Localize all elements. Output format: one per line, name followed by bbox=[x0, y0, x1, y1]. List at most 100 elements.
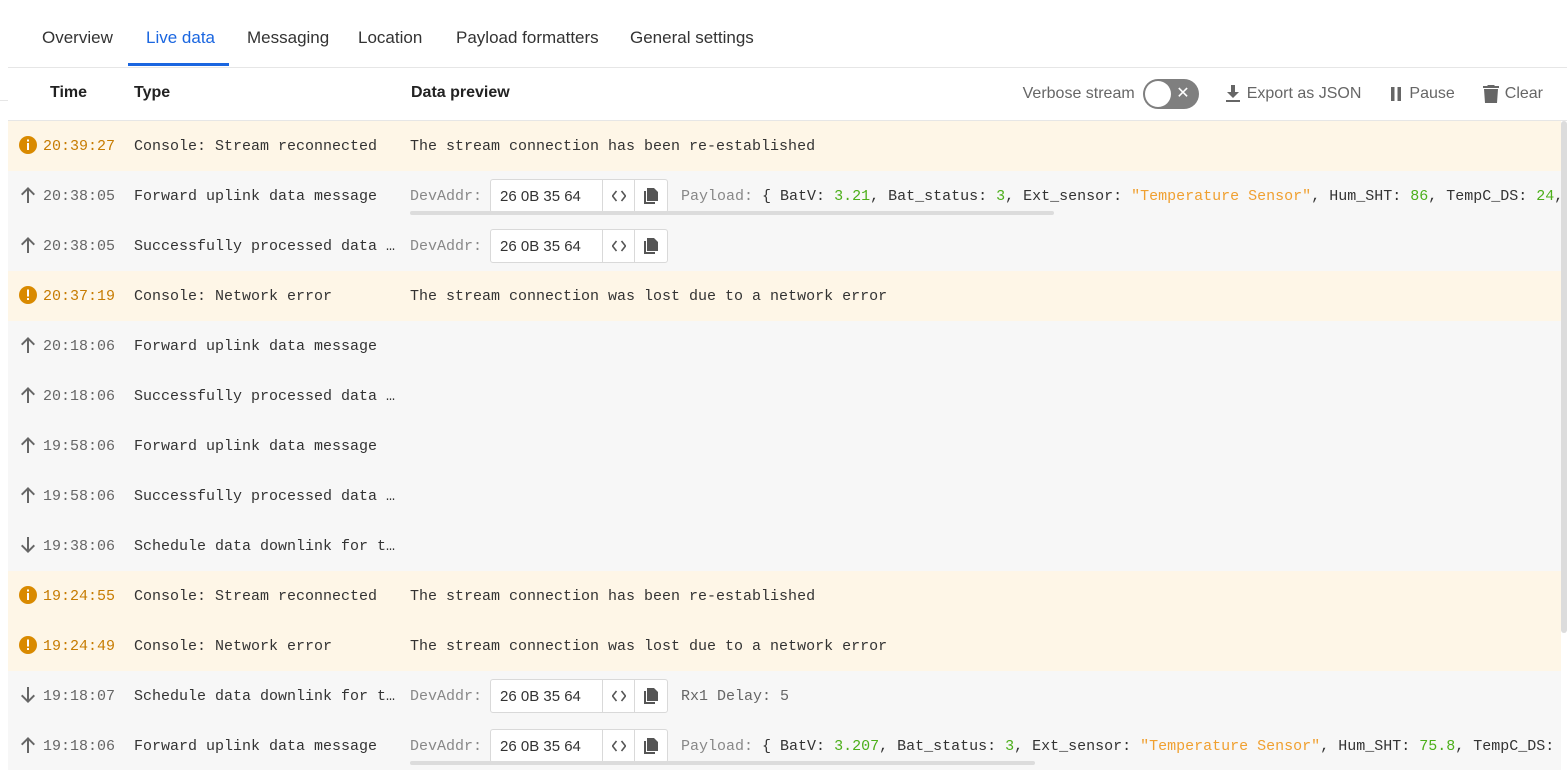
event-type: Forward uplink data message bbox=[134, 438, 378, 455]
clear-label: Clear bbox=[1504, 85, 1543, 102]
tab-messaging[interactable]: Messaging bbox=[247, 28, 329, 48]
payload-preview: Payload: { BatV: 3.21, Bat_status: 3, Ex… bbox=[681, 188, 1561, 205]
tab-overview[interactable]: Overview bbox=[42, 28, 113, 48]
event-type: Forward uplink data message bbox=[134, 738, 378, 755]
verbose-stream-label: Verbose stream bbox=[1022, 85, 1135, 102]
event-row[interactable]: 19:24:55 Console: Stream reconnected The… bbox=[8, 571, 1561, 621]
event-row[interactable]: 19:38:06 Schedule data downlink for tran… bbox=[8, 521, 1561, 571]
event-preview: The stream connection has been re-establ… bbox=[410, 138, 816, 155]
pause-icon bbox=[1391, 87, 1402, 101]
arrow-up-icon bbox=[21, 387, 35, 403]
pause-label: Pause bbox=[1409, 85, 1455, 102]
devaddr-value[interactable]: 26 0B 35 64 bbox=[491, 730, 603, 762]
event-type: Console: Network error bbox=[134, 638, 333, 655]
horizontal-scrollbar[interactable] bbox=[410, 761, 1035, 765]
devaddr-label: DevAddr: bbox=[410, 688, 483, 705]
arrow-up-icon bbox=[21, 737, 35, 753]
event-row[interactable]: 20:38:05 Forward uplink data message Dev… bbox=[8, 171, 1561, 221]
event-preview: The stream connection has been re-establ… bbox=[410, 588, 816, 605]
event-time: 19:18:06 bbox=[43, 738, 116, 755]
devaddr-value[interactable]: 26 0B 35 64 bbox=[491, 180, 603, 212]
column-header-type: Type bbox=[134, 84, 171, 101]
event-type: Console: Stream reconnected bbox=[134, 588, 378, 605]
event-time: 20:39:27 bbox=[43, 138, 116, 155]
export-json-button[interactable]: Export as JSON bbox=[1225, 85, 1362, 103]
info-icon bbox=[19, 136, 37, 154]
tab-location[interactable]: Location bbox=[358, 28, 422, 48]
table-header: Time Type Data preview Verbose stream ✕ … bbox=[8, 68, 1567, 121]
arrow-up-icon bbox=[21, 337, 35, 353]
arrow-down-icon bbox=[21, 687, 35, 703]
tab-bar: Overview Live data Messaging Location Pa… bbox=[8, 0, 1567, 68]
copy-icon bbox=[644, 738, 658, 754]
devaddr-field: 26 0B 35 64 bbox=[490, 179, 668, 213]
column-header-time: Time bbox=[50, 84, 88, 101]
event-time: 19:58:06 bbox=[43, 488, 116, 505]
event-row[interactable]: 20:18:06 Forward uplink data message bbox=[8, 321, 1561, 371]
rx1-delay: Rx1 Delay: 5 bbox=[681, 688, 790, 705]
verbose-stream-toggle[interactable]: ✕ bbox=[1142, 79, 1199, 109]
devaddr-value[interactable]: 26 0B 35 64 bbox=[491, 230, 603, 262]
toggle-format-button[interactable] bbox=[603, 230, 635, 262]
event-type: Forward uplink data message bbox=[134, 338, 378, 355]
event-row[interactable]: 20:39:27 Console: Stream reconnected The… bbox=[8, 121, 1561, 171]
stream-controls: Verbose stream ✕ Export as JSON Pause Cl… bbox=[1023, 68, 1543, 120]
export-json-label: Export as JSON bbox=[1246, 85, 1362, 102]
copy-icon bbox=[644, 688, 658, 704]
event-preview: The stream connection was lost due to a … bbox=[410, 638, 888, 655]
code-icon bbox=[611, 240, 626, 252]
event-row[interactable]: 19:58:06 Forward uplink data message bbox=[8, 421, 1561, 471]
event-type: Successfully processed data message bbox=[134, 388, 400, 405]
event-row[interactable]: 19:58:06 Successfully processed data mes… bbox=[8, 471, 1561, 521]
copy-icon bbox=[644, 238, 658, 254]
event-preview: The stream connection was lost due to a … bbox=[410, 288, 888, 305]
event-time: 19:18:07 bbox=[43, 688, 116, 705]
event-type: Successfully processed data message bbox=[134, 238, 400, 255]
event-row[interactable]: 19:24:49 Console: Network error The stre… bbox=[8, 621, 1561, 671]
event-time: 19:24:49 bbox=[43, 638, 116, 655]
code-icon bbox=[611, 190, 626, 202]
info-icon bbox=[19, 586, 37, 604]
event-time: 19:58:06 bbox=[43, 438, 116, 455]
tab-live-data[interactable]: Live data bbox=[146, 28, 215, 48]
event-type: Successfully processed data message bbox=[134, 488, 400, 505]
devaddr-label: DevAddr: bbox=[410, 238, 483, 255]
code-icon bbox=[611, 690, 626, 702]
pause-button[interactable]: Pause bbox=[1389, 85, 1455, 103]
code-icon bbox=[611, 740, 626, 752]
event-time: 20:18:06 bbox=[43, 338, 116, 355]
event-row[interactable]: 20:37:19 Console: Network error The stre… bbox=[8, 271, 1561, 321]
event-type: Console: Stream reconnected bbox=[134, 138, 378, 155]
copy-button[interactable] bbox=[635, 680, 667, 712]
event-row[interactable]: 20:18:06 Successfully processed data mes… bbox=[8, 371, 1561, 421]
error-icon bbox=[19, 636, 37, 654]
copy-icon bbox=[644, 188, 658, 204]
event-row[interactable]: 19:18:07 Schedule data downlink for tran… bbox=[8, 671, 1561, 721]
payload-preview: Payload: { BatV: 3.207, Bat_status: 3, E… bbox=[681, 738, 1555, 755]
event-type: Forward uplink data message bbox=[134, 188, 378, 205]
event-row[interactable]: 20:38:05 Successfully processed data mes… bbox=[8, 221, 1561, 271]
divider bbox=[0, 100, 8, 101]
event-type: Schedule data downlink for transmission bbox=[134, 538, 400, 555]
devaddr-field: 26 0B 35 64 bbox=[490, 679, 668, 713]
toggle-format-button[interactable] bbox=[603, 680, 635, 712]
toggle-format-button[interactable] bbox=[603, 730, 635, 762]
arrow-up-icon bbox=[21, 237, 35, 253]
tab-payload-formatters[interactable]: Payload formatters bbox=[456, 28, 599, 48]
arrow-up-icon bbox=[21, 437, 35, 453]
error-icon bbox=[19, 286, 37, 304]
clear-button[interactable]: Clear bbox=[1482, 85, 1543, 103]
devaddr-field: 26 0B 35 64 bbox=[490, 729, 668, 763]
event-type: Console: Network error bbox=[134, 288, 333, 305]
copy-button[interactable] bbox=[635, 730, 667, 762]
arrow-up-icon bbox=[21, 487, 35, 503]
horizontal-scrollbar[interactable] bbox=[410, 211, 1054, 215]
event-type: Schedule data downlink for transmission bbox=[134, 688, 400, 705]
copy-button[interactable] bbox=[635, 230, 667, 262]
tab-general-settings[interactable]: General settings bbox=[630, 28, 754, 48]
copy-button[interactable] bbox=[635, 180, 667, 212]
devaddr-value[interactable]: 26 0B 35 64 bbox=[491, 680, 603, 712]
toggle-format-button[interactable] bbox=[603, 180, 635, 212]
event-row[interactable]: 19:18:06 Forward uplink data message Dev… bbox=[8, 721, 1561, 770]
vertical-scrollbar[interactable] bbox=[1561, 121, 1567, 633]
